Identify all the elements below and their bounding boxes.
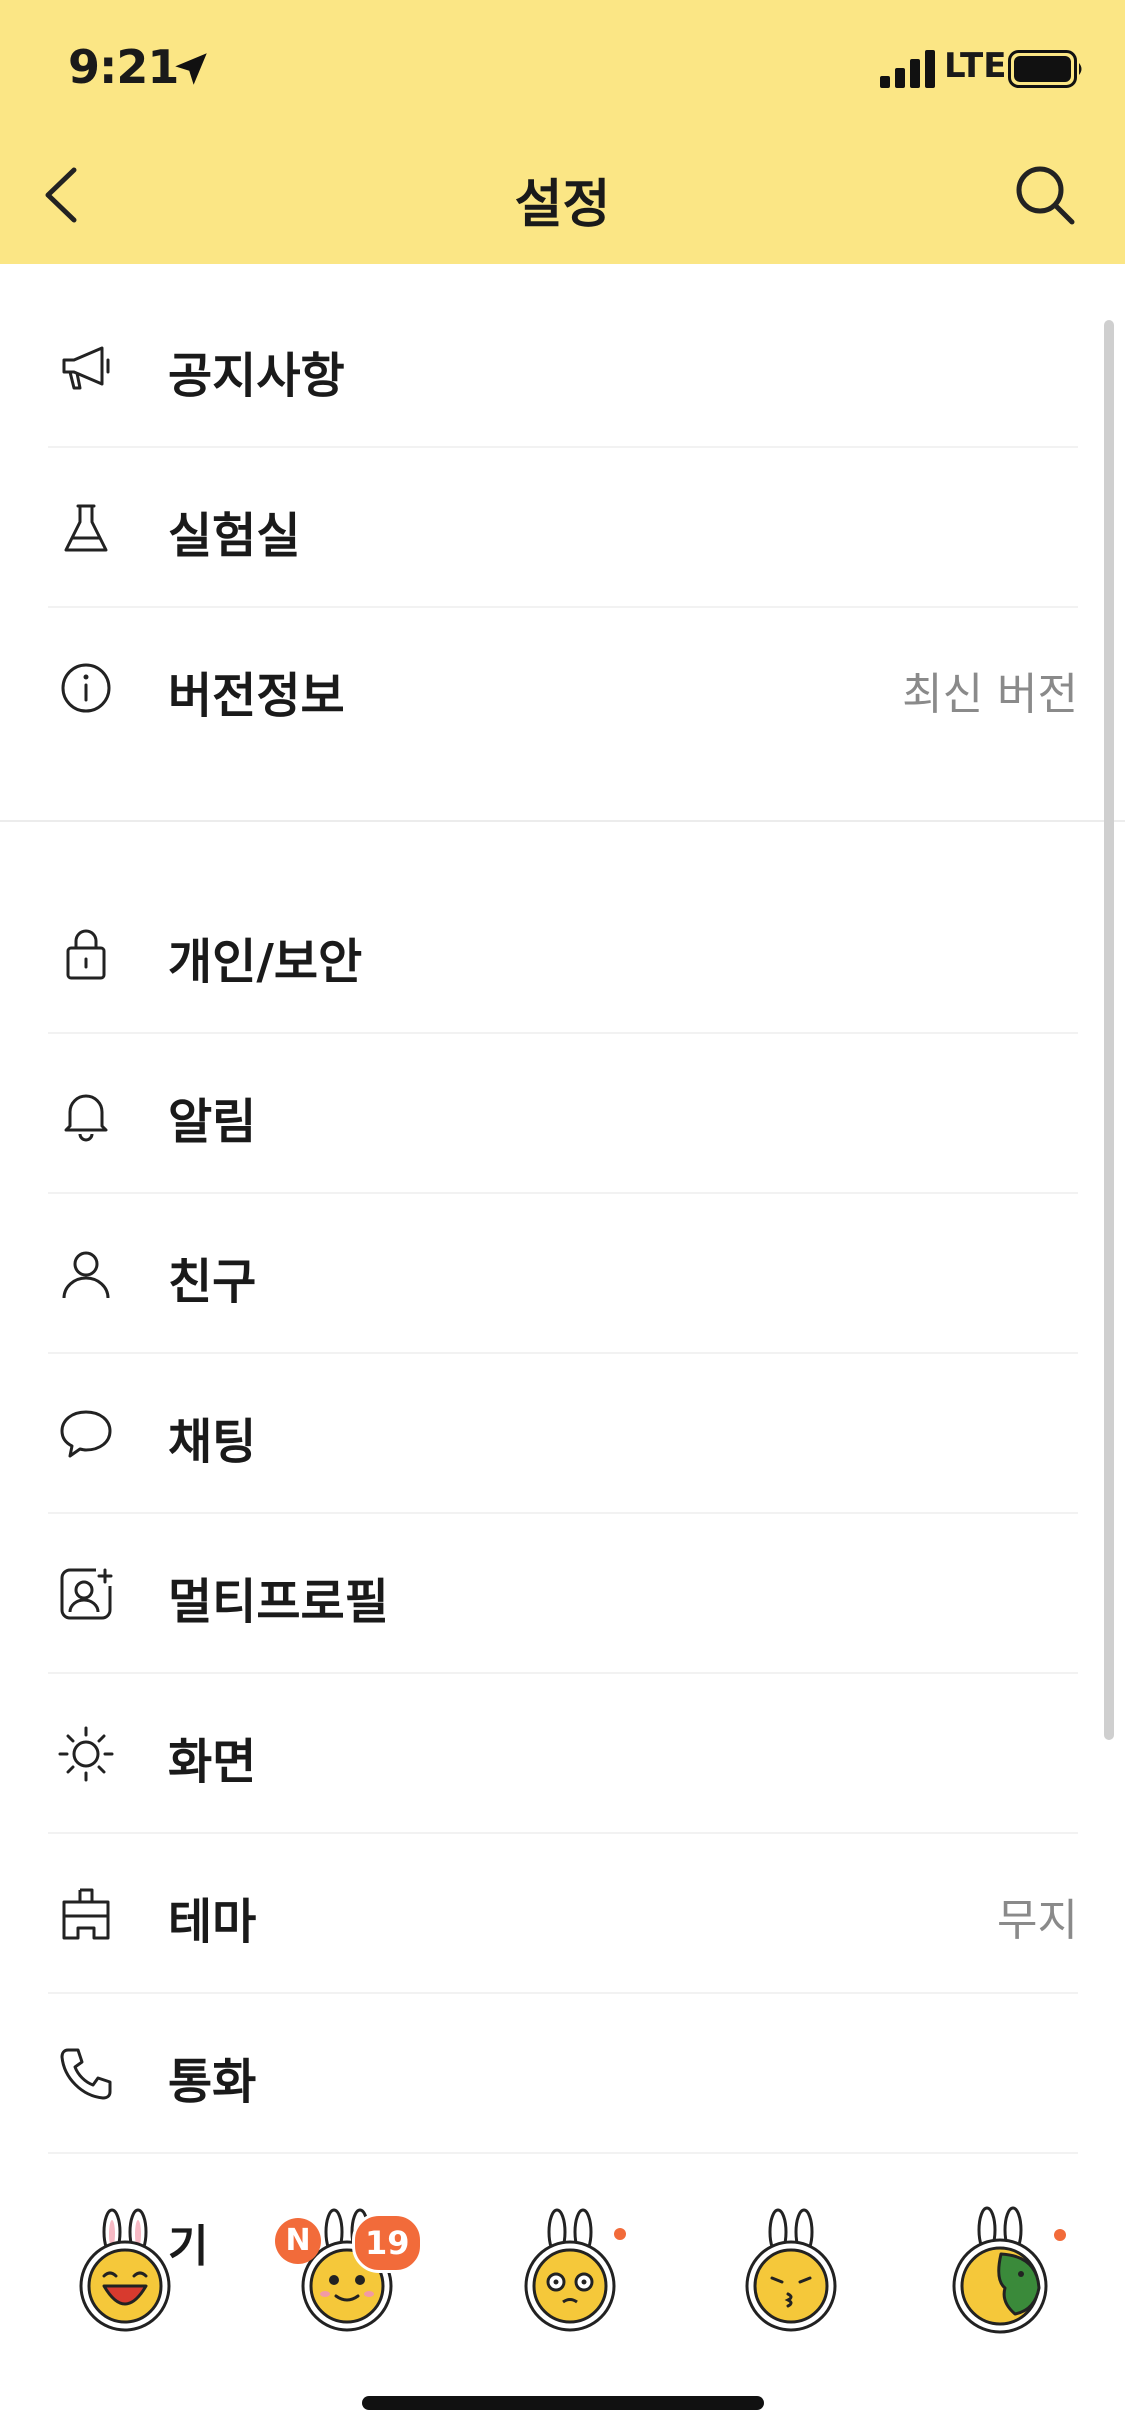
bell-icon [64, 1094, 108, 1142]
lock-icon [66, 929, 106, 980]
menu-item-label: 실험실 [168, 508, 301, 564]
navigation-bar: 설정 [0, 130, 1125, 264]
menu-item-label: 알림 [168, 1094, 257, 1150]
menu-item-label: 개인/보안 [168, 934, 363, 990]
unread-dot [614, 2228, 626, 2240]
info-icon [61, 663, 111, 713]
unread-dot [1054, 2229, 1066, 2241]
menu-item-label: 테마 [168, 1894, 257, 1950]
count-badge: 19 [352, 2213, 423, 2273]
paint-brush-icon [62, 1888, 110, 1940]
page-title: 설정 [514, 175, 611, 235]
cellular-signal-icon [880, 50, 935, 88]
section-divider [0, 820, 1125, 822]
battery-icon [1008, 50, 1082, 88]
menu-item-label: 친구 [168, 1254, 257, 1310]
status-time: 9:21 [68, 40, 179, 94]
version-status-value: 최신 버전 [902, 669, 1078, 720]
multi-profile-icon [60, 1568, 113, 1620]
new-badge: N [275, 2218, 321, 2264]
menu-item-multi-profile[interactable]: 멀티프로필 [48, 1514, 1078, 1674]
menu-item-friends[interactable]: 친구 [48, 1194, 1078, 1354]
menu-item-label: 버전정보 [168, 668, 345, 724]
home-indicator[interactable] [362, 2396, 764, 2410]
search-icon[interactable] [1010, 160, 1080, 230]
network-type: LTE [944, 46, 1007, 86]
brightness-icon [58, 1726, 114, 1782]
phone-icon [60, 2048, 112, 2100]
location-arrow-icon [175, 53, 207, 85]
theme-value: 무지 [997, 1895, 1078, 1946]
menu-item-calls[interactable]: 통화 [48, 1994, 1078, 2154]
menu-item-theme[interactable]: 테마 무지 [48, 1834, 1078, 1994]
menu-item-label: 화면 [168, 1734, 257, 1790]
person-icon [62, 1251, 110, 1299]
emoticon-dizzy-icon[interactable] [515, 2204, 625, 2334]
menu-item-label: 통화 [168, 2054, 257, 2110]
scrollbar[interactable] [1104, 320, 1114, 1740]
row-divider [48, 2152, 1078, 2154]
menu-item-notice[interactable]: 공지사항 [48, 288, 1078, 448]
emoticon-kissing-icon[interactable] [736, 2204, 846, 2334]
megaphone-icon [62, 346, 110, 390]
emoticon-hugging-icon[interactable] [945, 2204, 1055, 2334]
menu-item-privacy[interactable]: 개인/보안 [48, 874, 1078, 1034]
menu-item-display[interactable]: 화면 [48, 1674, 1078, 1834]
menu-item-label: 멀티프로필 [168, 1574, 389, 1630]
status-bar: 9:21 LTE [0, 0, 1125, 130]
menu-item-version-info[interactable]: 버전정보 최신 버전 [48, 608, 1078, 768]
menu-item-lab[interactable]: 실험실 [48, 448, 1078, 608]
menu-item-label: 채팅 [168, 1414, 257, 1470]
menu-item-chats[interactable]: 채팅 [48, 1354, 1078, 1514]
flask-icon [64, 504, 108, 552]
menu-item-notifications[interactable]: 알림 [48, 1034, 1078, 1194]
emoticon-laughing-icon[interactable] [70, 2204, 180, 2334]
chat-bubble-icon [60, 1410, 112, 1458]
menu-item-label: 공지사항 [168, 348, 345, 404]
